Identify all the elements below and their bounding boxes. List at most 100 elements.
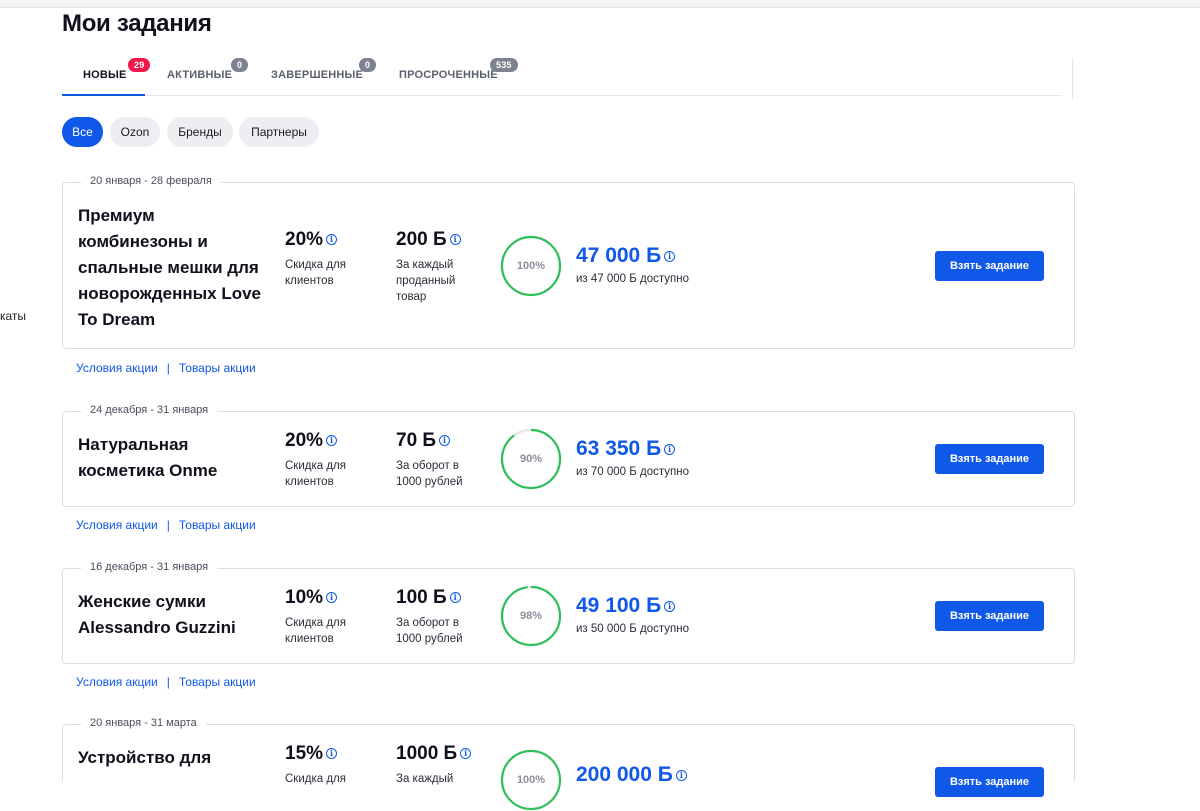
discount-value: 20% i xyxy=(285,430,338,452)
info-icon[interactable]: i xyxy=(675,770,687,781)
reward-value: 70 Бi xyxy=(396,430,451,452)
date-range: 16 декабря - 31 января xyxy=(81,561,218,573)
reward-caption: За оборот в 1000 рублей xyxy=(396,617,463,645)
reward-caption: За каждый проданный товар xyxy=(396,259,456,303)
points-value-text: 49 100 Б xyxy=(576,594,662,617)
date-range: 24 декабря - 31 января xyxy=(81,404,218,416)
products-link[interactable]: Товары акции xyxy=(179,361,256,375)
points-value: 49 100 Бi xyxy=(576,594,676,618)
discount-value: 20% i xyxy=(285,229,338,251)
progress-percent: 100% xyxy=(516,774,546,786)
reward-value-text: 100 Б xyxy=(396,587,447,608)
points-value-text: 47 000 Б xyxy=(576,244,662,267)
tab-label: ПРОСРОЧЕННЫЕ xyxy=(399,69,498,81)
terms-link[interactable]: Условия акции xyxy=(76,518,158,532)
link-separator: | xyxy=(166,675,170,689)
filter-ozon[interactable]: Ozon xyxy=(110,117,160,147)
progress-percent: 90% xyxy=(519,453,543,465)
info-icon[interactable]: i xyxy=(449,592,461,603)
tab-count-badge: 29 xyxy=(128,58,151,72)
task-title: Премиум комбинезоны и спальные мешки для… xyxy=(78,206,262,329)
task-title: Женские сумки Alessandro Guzzini xyxy=(78,592,236,637)
points-caption: из 70 000 Б доступно xyxy=(576,466,689,478)
tab-label: АКТИВНЫЕ xyxy=(167,69,233,81)
card-links: Условия акции | Товары акции xyxy=(76,675,256,689)
info-icon[interactable]: i xyxy=(664,601,676,612)
tab-count-badge: 0 xyxy=(359,58,377,72)
tab-label: ЗАВЕРШЕННЫЕ xyxy=(271,69,364,81)
info-icon[interactable]: i xyxy=(664,251,676,262)
task-card: 20 января - 28 февраля Премиум комбинезо… xyxy=(62,175,1075,349)
task-card: 24 декабря - 31 января Натуральная косме… xyxy=(62,404,1075,507)
discount-value-text: 20% xyxy=(285,430,324,451)
progress-percent: 100% xyxy=(516,260,546,272)
terms-link[interactable]: Условия акции xyxy=(76,675,158,689)
points-value: 200 000 Бi xyxy=(576,763,687,787)
discount-caption: Скидка для клиентов xyxy=(285,259,346,287)
filter-partners[interactable]: Партнеры xyxy=(239,117,319,147)
card-links: Условия акции | Товары акции xyxy=(76,518,256,532)
info-icon[interactable]: i xyxy=(460,748,472,759)
task-card: 20 января - 31 марта Устройство для 15% i… xyxy=(62,717,1075,811)
discount-value-text: 15% xyxy=(285,743,324,764)
progress-ring: 100% xyxy=(500,749,562,811)
date-range: 20 января - 28 февраля xyxy=(81,175,221,187)
active-tab-indicator xyxy=(62,94,145,96)
take-task-button[interactable]: Взять задание xyxy=(935,767,1044,797)
take-task-button[interactable]: Взять задание xyxy=(935,444,1044,474)
discount-value-text: 20% xyxy=(285,229,324,250)
task-card: 16 декабря - 31 января Женские сумки Ale… xyxy=(62,561,1075,664)
discount-value-text: 10% xyxy=(285,587,324,608)
info-icon[interactable]: i xyxy=(439,435,451,446)
date-range: 20 января - 31 марта xyxy=(81,717,206,729)
discount-value: 15% i xyxy=(285,743,338,765)
reward-value-text: 200 Б xyxy=(396,229,447,250)
filter-all[interactable]: Все xyxy=(62,117,103,147)
info-icon[interactable]: i xyxy=(326,592,338,603)
card-links: Условия акции | Товары акции xyxy=(76,361,256,375)
page-title: Мои задания xyxy=(62,10,212,37)
info-icon[interactable]: i xyxy=(326,234,338,245)
terms-link[interactable]: Условия акции xyxy=(76,361,158,375)
tab-bar: НОВЫЕ 29 АКТИВНЫЕ 0 ЗАВЕРШЕННЫЕ 0 ПРОСРО… xyxy=(62,56,1062,96)
tab-count-badge: 535 xyxy=(490,58,518,72)
progress-ring: 100% xyxy=(500,235,562,297)
link-separator: | xyxy=(166,518,170,532)
progress-percent: 98% xyxy=(519,610,543,622)
bookmarks-bar xyxy=(0,0,1200,8)
points-value-text: 200 000 Б xyxy=(576,763,673,786)
progress-ring: 98% xyxy=(500,585,562,647)
points-caption: из 47 000 Б доступно xyxy=(576,273,689,285)
reward-value: 100 Бi xyxy=(396,587,461,609)
discount-caption: Скидка для xyxy=(285,773,346,785)
discount-caption: Скидка для клиентов xyxy=(285,460,346,488)
info-icon[interactable]: i xyxy=(326,435,338,446)
take-task-button[interactable]: Взять задание xyxy=(935,601,1044,631)
progress-ring: 90% xyxy=(500,428,562,490)
reward-value-text: 70 Б xyxy=(396,430,437,451)
tab-overdue[interactable]: ПРОСРОЧЕННЫЕ 535 xyxy=(399,58,518,81)
reward-value-text: 1000 Б xyxy=(396,743,458,764)
tab-completed[interactable]: ЗАВЕРШЕННЫЕ 0 xyxy=(271,58,377,81)
discount-value: 10% i xyxy=(285,587,338,609)
divider xyxy=(1072,58,1073,100)
take-task-button[interactable]: Взять задание xyxy=(935,251,1044,281)
tab-new[interactable]: НОВЫЕ 29 xyxy=(83,58,151,81)
reward-caption: За каждый xyxy=(396,773,454,785)
task-title: Натуральная косметика Onme xyxy=(78,435,218,480)
points-value-text: 63 350 Б xyxy=(576,437,662,460)
sidebar-cut-text: каты xyxy=(0,309,27,323)
info-icon[interactable]: i xyxy=(664,444,676,455)
filter-brands[interactable]: Бренды xyxy=(167,117,233,147)
reward-value: 1000 Бi xyxy=(396,743,472,765)
products-link[interactable]: Товары акции xyxy=(179,675,256,689)
info-icon[interactable]: i xyxy=(449,234,461,245)
reward-value: 200 Бi xyxy=(396,229,461,251)
info-icon[interactable]: i xyxy=(326,748,338,759)
tab-label: НОВЫЕ xyxy=(83,69,127,81)
discount-caption: Скидка для клиентов xyxy=(285,617,346,645)
products-link[interactable]: Товары акции xyxy=(179,518,256,532)
tab-count-badge: 0 xyxy=(231,58,249,72)
link-separator: | xyxy=(166,361,170,375)
tab-active[interactable]: АКТИВНЫЕ 0 xyxy=(167,58,249,81)
